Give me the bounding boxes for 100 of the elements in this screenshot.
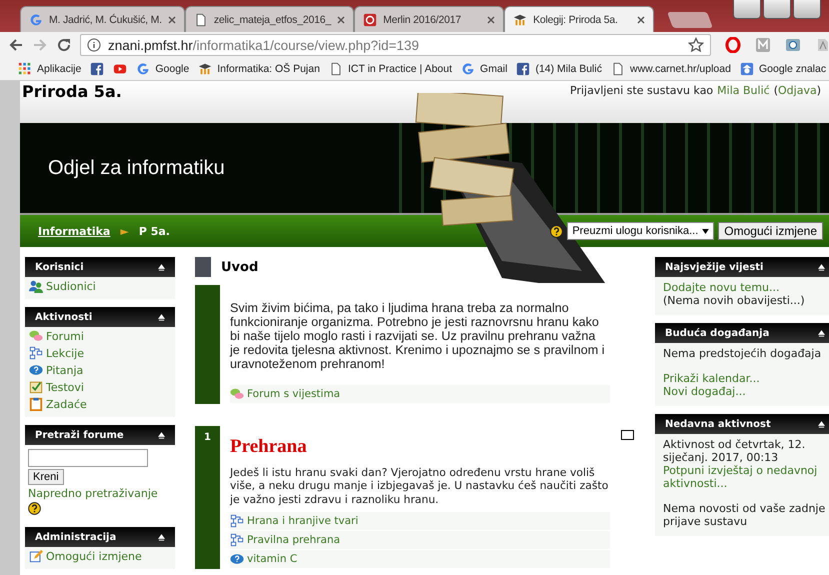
edit-mode-button[interactable]: Omogući izmjene (718, 222, 823, 240)
bookmark[interactable]: ICT in Practice | About (328, 62, 452, 76)
camera-icon[interactable] (785, 37, 801, 53)
caret-icon (702, 228, 710, 234)
bookmark[interactable]: (14) Mila Bulić (516, 62, 602, 76)
breadcrumb-current: P 5a. (138, 224, 170, 238)
activity-link[interactable]: vitamin C (230, 550, 610, 568)
info-icon (87, 38, 101, 52)
graduation-m-icon (513, 12, 528, 26)
block-title: Najsvježije vijesti (665, 262, 764, 272)
collapse-icon[interactable] (158, 264, 165, 270)
play-icon (113, 62, 128, 76)
block-title: Korisnici (35, 262, 84, 272)
boxes-icon (230, 532, 244, 547)
close-icon[interactable] (487, 16, 496, 24)
block-link[interactable]: Prikaži kalendar... (663, 372, 827, 385)
topic-summary: Jedeš li istu hranu svaki dan? Vjerojatno određenu vrstu hrane voliš više, a neku drugu manje i izbjegavaš je. U nastavku ćeš naučiti zašto je važno jesti zdravu i raznoliku hranu. (230, 466, 610, 506)
bookmark[interactable]: Aplikacije (18, 62, 82, 76)
login-info: Prijavljeni ste sustavu kao (570, 84, 714, 98)
people-icon (29, 279, 43, 293)
graduation-m-icon (198, 62, 212, 76)
bookmark[interactable]: Google znalac (740, 62, 826, 76)
advanced-search-link[interactable]: Napredno pretraživanje (28, 487, 158, 500)
highlight-toggle-icon[interactable] (621, 430, 634, 440)
new-tab-button[interactable] (667, 12, 713, 28)
help-icon[interactable] (28, 502, 41, 515)
logout-link[interactable]: Odjava (778, 84, 817, 98)
block-text: (Nema novih obavijesti...) (663, 294, 806, 307)
facebook-icon (516, 62, 530, 76)
google-icon (461, 62, 476, 76)
section-number: 1 (203, 432, 212, 443)
maximize-button[interactable] (793, 0, 821, 19)
block-title: Pretraži forume (35, 430, 124, 440)
speech-bubbles-icon (230, 387, 244, 401)
reload-icon[interactable] (56, 37, 72, 53)
block-link[interactable]: Dodajte novu temu... (663, 281, 827, 294)
section-heading: Uvod (221, 260, 258, 274)
google-icon (29, 12, 43, 26)
search-button[interactable]: Kreni (28, 469, 64, 485)
collapse-icon[interactable] (158, 534, 165, 540)
logout-paren: ( (774, 84, 778, 98)
bookmark[interactable]: Informatika: OŠ Pujan (198, 62, 320, 76)
block-title: Buduća događanja (665, 328, 770, 338)
boxes-icon (230, 514, 244, 528)
bookmark-icon-button[interactable] (90, 62, 104, 76)
boxes-icon (29, 346, 43, 360)
collapse-icon[interactable] (818, 264, 825, 270)
user-link[interactable]: Mila Bulić (717, 84, 770, 98)
block-link[interactable]: Sudionici (29, 279, 171, 293)
block-link[interactable]: Pitanja (29, 363, 171, 377)
address-bar[interactable]: znani.pmfst.hr/informatika1/course/view.php?id=139 (80, 34, 711, 56)
facebook-icon (90, 62, 104, 76)
block-text: Nema novosti od vaše zadnje prijave sustavu (663, 502, 826, 528)
close-icon[interactable] (637, 16, 646, 24)
collapse-icon[interactable] (818, 420, 825, 428)
checklist-icon (29, 380, 43, 394)
browser-tab[interactable]: Merlin 2016/2017 (354, 6, 504, 32)
collapse-icon[interactable] (158, 314, 165, 320)
activity-link[interactable]: Pravilna prehrana (230, 530, 610, 549)
document-icon (610, 62, 625, 76)
block-link[interactable]: Lekcije (29, 346, 171, 360)
block-link[interactable]: Potpuni izvještaj o nedavnoj aktivnosti... (663, 464, 827, 490)
collapse-icon[interactable] (158, 432, 165, 438)
document-icon (328, 62, 343, 76)
activity-link[interactable]: Forum s vijestima (230, 385, 610, 403)
minimize-button[interactable] (763, 0, 791, 19)
banner-title: Odjel za informatiku (48, 156, 225, 180)
ring-square-icon (363, 12, 378, 26)
bookmark-icon-button[interactable] (113, 62, 128, 76)
browser-tab[interactable]: zelic_mateja_etfos_2016_ (184, 6, 354, 32)
logout-paren: ) (816, 84, 821, 98)
block-link[interactable]: Forumi (29, 329, 171, 343)
bookmark[interactable]: Google (136, 62, 190, 76)
block-link[interactable]: Testovi (29, 380, 171, 394)
block-title: Administracija (35, 532, 116, 542)
block-link[interactable]: Zadaće (29, 397, 171, 411)
block-title: Nedavna aktivnost (665, 418, 771, 430)
bookmark[interactable]: Gmail (461, 62, 508, 76)
close-icon[interactable] (337, 16, 346, 24)
close-icon[interactable] (168, 16, 176, 24)
activity-link[interactable]: Hrana i hranjive tvari (230, 512, 610, 530)
scholar-icon (740, 62, 754, 76)
topic-title: Prehrana (230, 436, 308, 458)
search-field[interactable] (28, 449, 148, 467)
ring-icon[interactable] (725, 37, 741, 53)
browser-tab[interactable]: Kolegij: Priroda 5a. (504, 6, 654, 32)
pdf-icon[interactable] (815, 37, 829, 53)
star-icon[interactable] (688, 37, 704, 53)
google-icon (136, 62, 150, 76)
block-link[interactable]: Omogući izmjene (29, 549, 171, 563)
block-link[interactable]: Novi događaj... (663, 385, 827, 398)
section-marker (195, 257, 211, 277)
course-title: Priroda 5a. (22, 82, 122, 102)
collapse-icon[interactable] (818, 330, 825, 336)
browser-tab[interactable]: M. Jadrić, M. Ćukušić, M. (20, 6, 185, 32)
back-icon[interactable] (8, 37, 24, 53)
breadcrumb-link[interactable]: Informatika (38, 224, 110, 238)
bookmark[interactable]: www.carnet.hr/upload (610, 62, 731, 76)
apps-grid-icon (18, 62, 32, 76)
role-dropdown[interactable]: Preuzmi ulogu korisnika... (567, 222, 714, 240)
